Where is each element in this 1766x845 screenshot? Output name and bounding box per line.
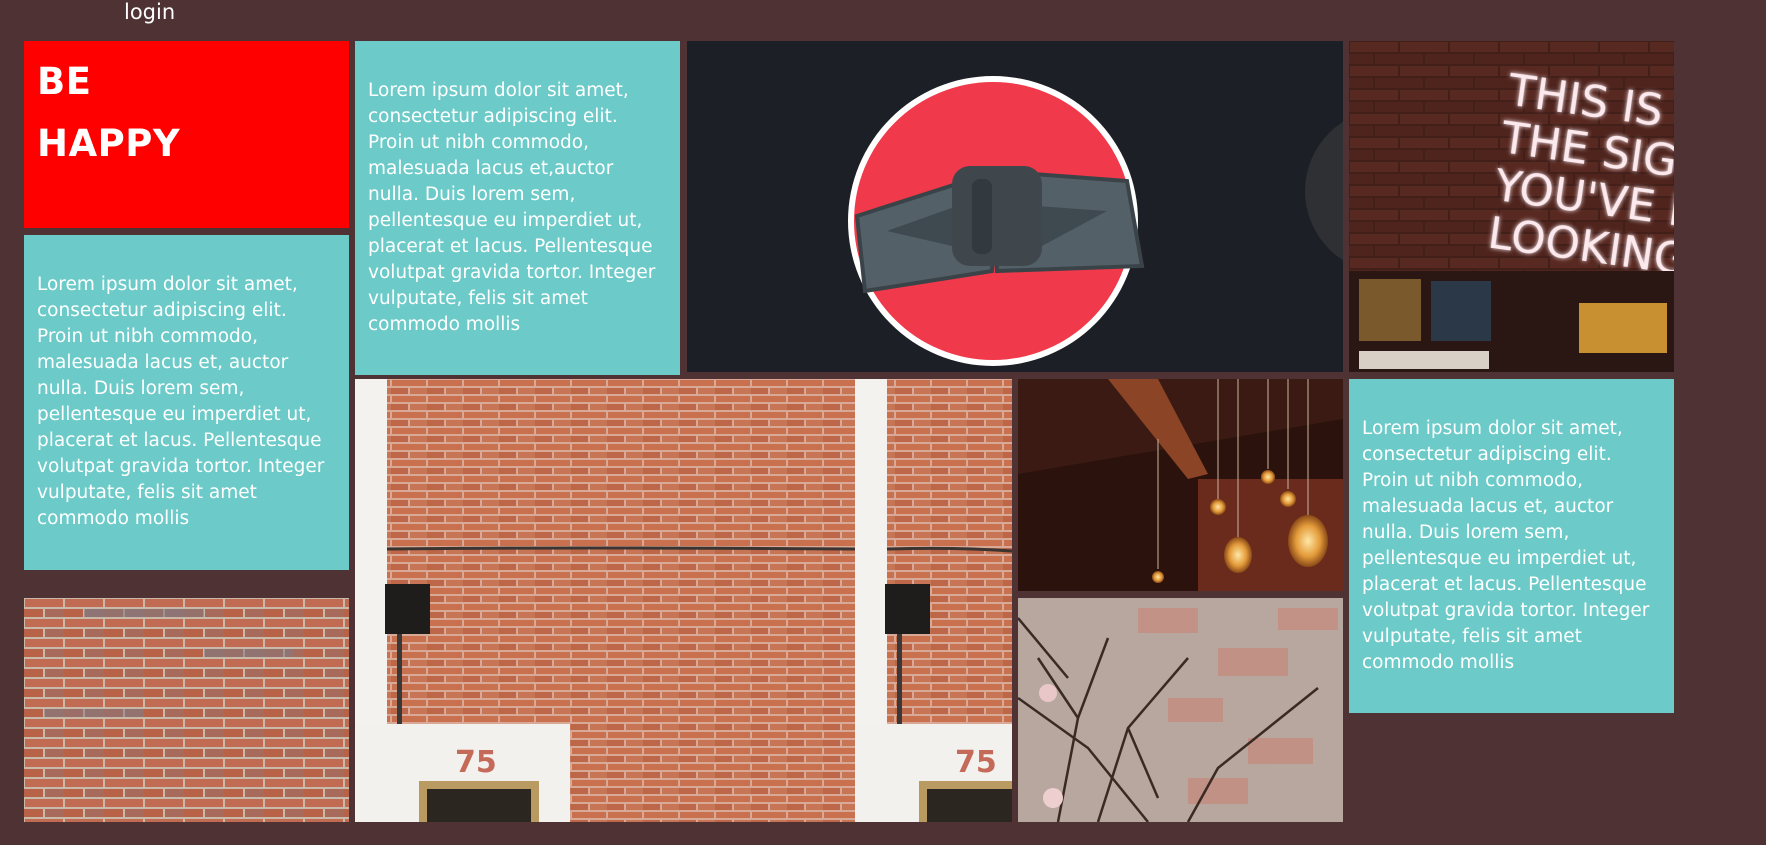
text-tile-right: Lorem ipsum dolor sit amet, consectetur …	[1349, 379, 1674, 713]
text-tile-paragraph: Lorem ipsum dolor sit amet, consectetur …	[368, 80, 656, 335]
building-facade-image: 75 75	[355, 379, 1012, 822]
text-tile-paragraph: Lorem ipsum dolor sit amet, consectetur …	[37, 274, 325, 529]
branches-image	[1018, 598, 1343, 822]
text-tile-left: Lorem ipsum dolor sit amet, consectetur …	[24, 235, 349, 570]
hero-line-1: BE	[37, 60, 92, 103]
building-number: 75	[955, 745, 997, 780]
bowtie-logo-icon	[687, 41, 1343, 372]
hero-line-2: HAPPY	[37, 122, 181, 165]
text-tile-paragraph: Lorem ipsum dolor sit amet, consectetur …	[1362, 418, 1650, 673]
hanging-bulbs-image	[1018, 379, 1343, 591]
building-number: 75	[455, 745, 497, 780]
text-tile-top: Lorem ipsum dolor sit amet, consectetur …	[355, 41, 680, 375]
brick-wall-image	[24, 598, 349, 822]
logo-image	[687, 41, 1343, 372]
neon-sign-image: THIS IS THE SIGN YOU'VE BEEN LOOKING FO	[1349, 41, 1674, 372]
hero-tile: BE HAPPY	[24, 41, 349, 228]
login-link[interactable]: login	[124, 0, 175, 24]
